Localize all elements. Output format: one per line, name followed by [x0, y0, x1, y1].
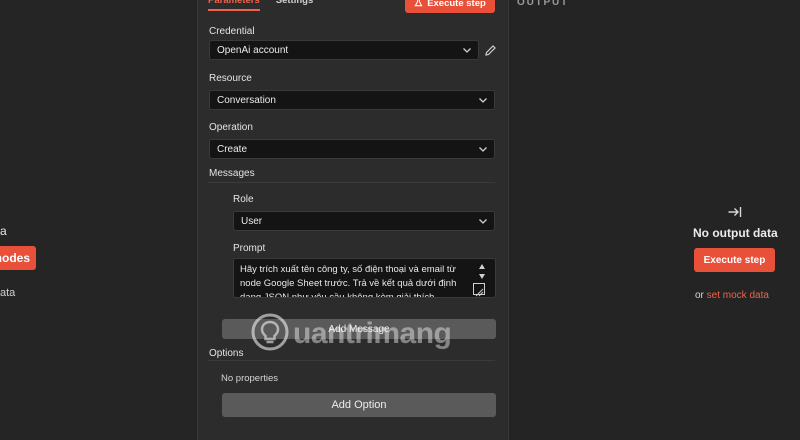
credential-label: Credential — [209, 26, 255, 37]
role-label: Role — [233, 194, 254, 205]
credential-value: OpenAi account — [217, 44, 289, 56]
lightbulb-icon — [251, 313, 289, 351]
output-label: OUTPUT — [517, 0, 569, 8]
set-mock-data-link[interactable]: set mock data — [707, 290, 769, 301]
prompt-text: Hãy trích xuất tên công ty, số điện thoạ… — [240, 264, 457, 298]
messages-label: Messages — [209, 168, 255, 179]
resize-handle-icon[interactable] — [473, 283, 485, 297]
left-panel-text-fragment: a — [0, 224, 7, 238]
prompt-label: Prompt — [233, 243, 266, 254]
arrow-right-to-bar-icon — [727, 205, 743, 219]
flask-icon — [414, 0, 423, 9]
scroll-down-icon[interactable] — [479, 274, 485, 279]
resource-label: Resource — [209, 73, 252, 84]
role-select[interactable]: User — [233, 211, 495, 231]
credential-select[interactable]: OpenAi account — [209, 40, 479, 60]
add-nodes-button[interactable]: nodes — [0, 246, 36, 270]
execute-step-button-output[interactable]: Execute step — [694, 248, 775, 272]
parameter-tabs: Parameters Settings — [208, 0, 313, 11]
operation-label: Operation — [209, 122, 253, 133]
operation-select[interactable]: Create — [209, 139, 495, 159]
no-output-text: No output data — [693, 226, 778, 240]
resource-value: Conversation — [217, 94, 276, 106]
or-text: or — [695, 290, 707, 301]
chevron-down-icon — [461, 44, 473, 56]
chevron-down-icon — [477, 143, 489, 155]
execute-step-label: Execute step — [427, 0, 486, 9]
tab-parameters[interactable]: Parameters — [208, 0, 260, 11]
set-mock-data-row: or set mock data — [695, 290, 769, 301]
scroll-up-icon[interactable] — [479, 264, 485, 269]
node-parameters-panel: Parameters Settings Execute step Credent… — [197, 0, 509, 440]
prompt-textarea[interactable]: Hãy trích xuất tên công ty, số điện thoạ… — [233, 258, 496, 298]
operation-value: Create — [217, 143, 248, 155]
output-panel: OUTPUT No output data Execute step or se… — [509, 0, 800, 440]
add-option-button[interactable]: Add Option — [222, 393, 496, 417]
tab-settings[interactable]: Settings — [276, 0, 313, 11]
options-label: Options — [209, 348, 244, 359]
chevron-down-icon — [477, 215, 489, 227]
pencil-icon[interactable] — [484, 44, 497, 57]
left-panel-data-fragment: ata — [0, 287, 16, 299]
watermark-text: uantrimang — [293, 317, 452, 350]
messages-divider — [208, 182, 495, 183]
options-divider — [208, 360, 495, 361]
chevron-down-icon — [477, 94, 489, 106]
left-panel: a nodes ata — [0, 0, 197, 440]
execute-step-button[interactable]: Execute step — [405, 0, 495, 13]
resource-select[interactable]: Conversation — [209, 90, 495, 110]
no-properties-text: No properties — [221, 373, 279, 384]
role-value: User — [241, 215, 263, 227]
